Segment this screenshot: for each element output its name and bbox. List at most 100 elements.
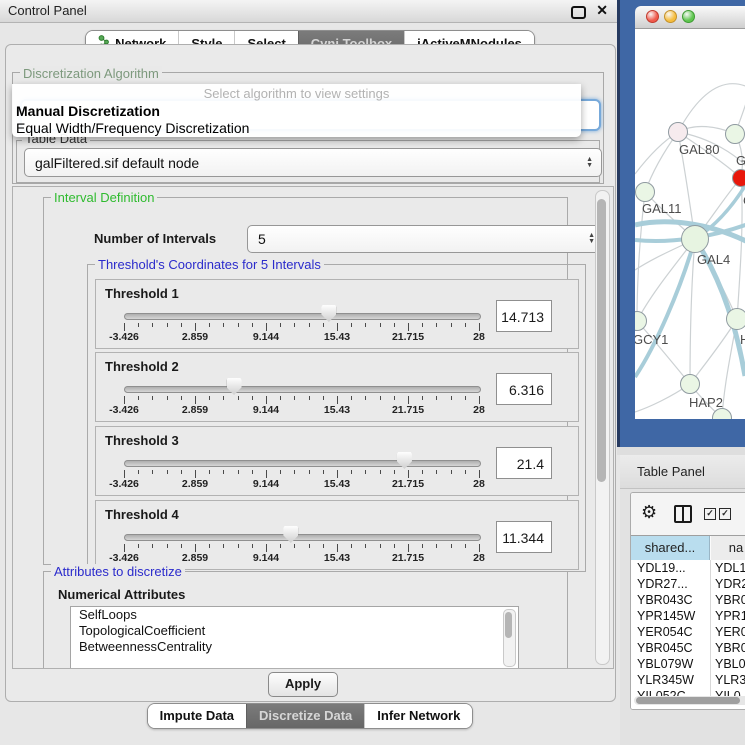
table-row[interactable]: YBR043CYBR0	[631, 592, 745, 608]
scrollbar-thumb[interactable]	[505, 612, 512, 638]
table-row[interactable]: YER054CYER0	[631, 624, 745, 640]
network-node[interactable]	[681, 225, 709, 253]
threshold-slider-track[interactable]	[124, 313, 481, 320]
checkbox-icon[interactable]: ✓	[719, 508, 731, 520]
tick-mark	[195, 470, 196, 478]
table-row[interactable]: YBR045CYBR0	[631, 640, 745, 656]
table-horizontal-scrollbar[interactable]	[634, 696, 745, 705]
tab-label: Infer Network	[377, 708, 460, 723]
table-panel-title: Table Panel	[637, 464, 705, 479]
tick-mark	[351, 544, 352, 548]
table-data-select[interactable]: galFiltered.sif default node ▲▼	[24, 148, 602, 177]
checkbox-icon[interactable]: ✓	[704, 508, 716, 520]
attribute-list-item[interactable]: TopologicalCoefficient	[71, 623, 518, 639]
cell-shared-name: YBR045C	[637, 640, 709, 656]
tick-mark	[152, 396, 153, 400]
threshold-slider-track[interactable]	[124, 534, 481, 541]
network-node[interactable]	[725, 124, 745, 144]
tick-mark	[337, 544, 338, 552]
minimize-light[interactable]	[664, 10, 677, 23]
cell-name: YBL0	[715, 656, 745, 672]
tick-label: 28	[473, 331, 485, 343]
attribute-list-item[interactable]: SelfLoops	[71, 607, 518, 623]
table-row[interactable]: YDR27...YDR2	[631, 576, 745, 592]
threshold-slider-track[interactable]	[124, 460, 481, 467]
settings-gear-icon[interactable]: ⚙	[641, 502, 657, 523]
close-icon[interactable]: ✕	[596, 2, 608, 19]
tick-mark	[337, 470, 338, 478]
number-of-intervals-select[interactable]: 5 ▲▼	[247, 225, 604, 253]
table-panel: Table Panel ⚙ ✓ ✓ shared... na YDL19...Y…	[620, 455, 745, 745]
cell-name: YBR0	[715, 592, 745, 608]
scrollbar-thumb[interactable]	[636, 697, 740, 704]
dropdown-option[interactable]: Equal Width/Frequency Discretization	[12, 120, 581, 137]
slider-tick-labels: -3.4262.8599.14415.4321.71528	[124, 552, 480, 564]
tick-mark	[152, 544, 153, 548]
tick-label: 15.43	[324, 331, 350, 343]
tick-mark	[465, 544, 466, 548]
numerical-attributes-list[interactable]: SelfLoopsTopologicalCoefficientBetweenne…	[70, 606, 519, 669]
combo-spinner-icon[interactable]: ▲▼	[588, 233, 595, 245]
tick-label: 9.144	[253, 478, 279, 490]
node-label: GAL4	[697, 252, 730, 267]
threshold-value-field[interactable]: 6.316	[496, 373, 552, 405]
tick-mark	[223, 323, 224, 327]
network-node[interactable]	[726, 308, 745, 330]
table-row[interactable]: YBL079W YBL0	[631, 656, 745, 672]
tick-mark	[223, 396, 224, 400]
float-window-icon[interactable]	[571, 6, 586, 19]
network-edge	[690, 319, 737, 384]
tick-mark	[252, 470, 253, 474]
tick-mark	[280, 323, 281, 327]
network-node[interactable]	[732, 169, 745, 187]
tick-label: 9.144	[253, 404, 279, 416]
table-row[interactable]: YDL19...YDL1	[631, 560, 745, 576]
close-light[interactable]	[646, 10, 659, 23]
tab-discretize-data[interactable]: Discretize Data	[246, 704, 364, 728]
apply-button[interactable]: Apply	[268, 672, 338, 697]
tick-mark	[351, 323, 352, 327]
tick-mark	[337, 396, 338, 404]
attributes-group-title: Attributes to discretize	[51, 564, 185, 579]
tick-mark	[323, 323, 324, 327]
split-columns-icon[interactable]	[674, 505, 692, 523]
network-edge	[637, 321, 690, 384]
threshold-value-field[interactable]: 14.713	[496, 300, 552, 332]
thresholds-group-title: Threshold's Coordinates for 5 Intervals	[95, 257, 324, 272]
column-header-shared[interactable]: shared...	[631, 536, 710, 560]
threshold-value-field[interactable]: 11.344	[496, 521, 552, 553]
tab-infer-network[interactable]: Infer Network	[364, 704, 472, 728]
network-node[interactable]	[668, 122, 688, 142]
discretization-algorithm-group-title: Discretization Algorithm	[20, 66, 162, 81]
tick-label: -3.426	[109, 404, 139, 416]
cell-shared-name: YBL079W	[637, 656, 709, 672]
settings-scroll-panel: Interval Definition Number of Intervals …	[12, 186, 614, 669]
column-header-name[interactable]: na	[711, 536, 745, 560]
tab-impute-data[interactable]: Impute Data	[148, 704, 246, 728]
zoom-light[interactable]	[682, 10, 695, 23]
tick-label: 2.859	[182, 404, 208, 416]
tick-mark	[195, 323, 196, 331]
list-scrollbar[interactable]	[503, 609, 516, 667]
tick-mark	[124, 396, 125, 404]
table-row[interactable]: YLR345WYLR3	[631, 672, 745, 688]
slider-tick-labels: -3.4262.8599.14415.4321.71528	[124, 478, 480, 490]
tick-label: 28	[473, 478, 485, 490]
scrollbar-thumb[interactable]	[597, 199, 606, 482]
network-node[interactable]	[635, 182, 655, 202]
threshold-slider-track[interactable]	[124, 386, 481, 393]
thresholds-group: Threshold's Coordinates for 5 Intervals …	[87, 264, 586, 572]
tick-mark	[380, 470, 381, 474]
tick-label: 21.715	[392, 552, 424, 564]
tick-mark	[408, 470, 409, 478]
attribute-list-item[interactable]: BetweennessCentrality	[71, 639, 518, 655]
network-canvas[interactable]: GAL80GCGAL11GAL4GCY1HHAP2	[635, 29, 745, 419]
threshold-value-field[interactable]: 21.4	[496, 447, 552, 479]
panel-scrollbar[interactable]	[595, 190, 610, 665]
dropdown-option[interactable]: Manual Discretization	[12, 103, 581, 120]
network-node[interactable]	[680, 374, 700, 394]
tick-mark	[323, 544, 324, 548]
table-row[interactable]: YPR145WYPR1	[631, 608, 745, 624]
control-panel-titlebar: Control Panel ✕	[0, 0, 620, 23]
combo-spinner-icon[interactable]: ▲▼	[586, 157, 593, 169]
